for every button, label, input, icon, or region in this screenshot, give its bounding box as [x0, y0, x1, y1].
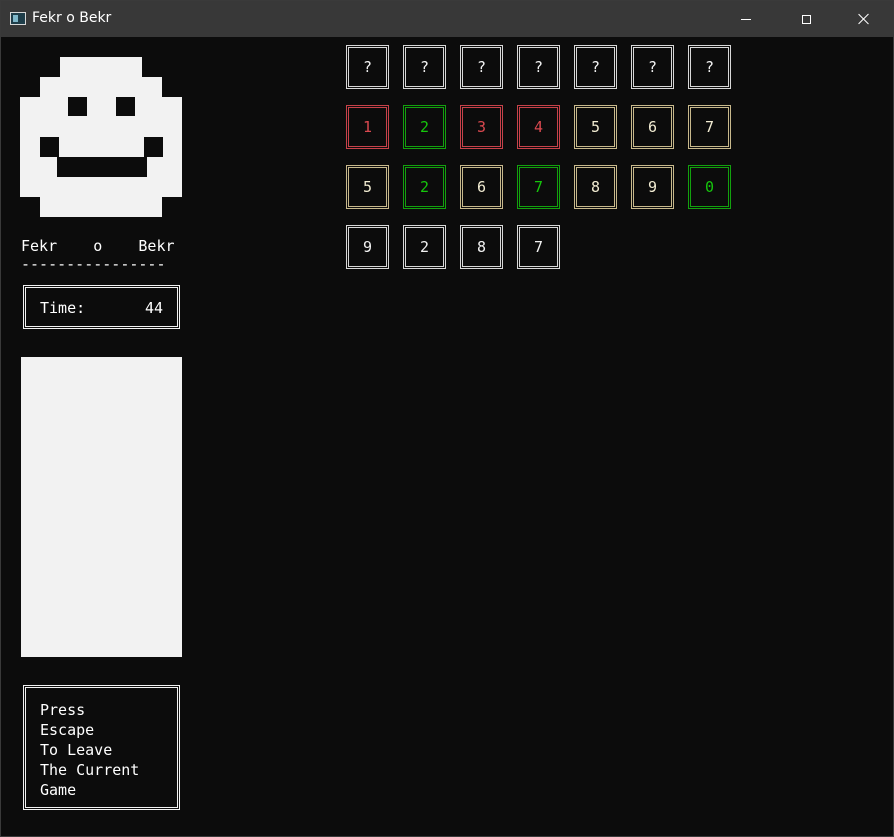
guess-digit-cell: 6 [631, 105, 674, 149]
secret-digit-cell: ? [346, 45, 389, 89]
secret-digit-cell: ? [688, 45, 731, 89]
maximize-button[interactable] [783, 1, 829, 37]
guess-digit-cell: 7 [517, 165, 560, 209]
secret-digit-cell: ? [517, 45, 560, 89]
guess-digit-cell: 1 [346, 105, 389, 149]
secret-digit-cell: ? [574, 45, 617, 89]
timer-value: 44 [144, 299, 163, 317]
secret-digit-cell: ? [631, 45, 674, 89]
escape-hint-line: Escape [40, 721, 95, 739]
guess-digit-cell: 3 [460, 105, 503, 149]
guess-digit-cell: 9 [631, 165, 674, 209]
guess-digit-cell: 7 [517, 225, 560, 269]
console-window: Fekr o Bekr Fekr o Bekr ----------------… [0, 0, 894, 837]
progress-panel [21, 357, 182, 657]
window-title: Fekr o Bekr [32, 10, 112, 26]
timer-box: Time: 44 [23, 285, 180, 329]
minimize-icon [741, 18, 751, 20]
escape-hint-line: Game [40, 781, 77, 799]
smiley-face-icon [20, 57, 182, 217]
guess-digit-cell: 0 [688, 165, 731, 209]
escape-hint-text: Press Escape To Leave The Current Game [40, 700, 139, 800]
guess-digit-cell: 5 [346, 165, 389, 209]
secret-digit-cell: ? [460, 45, 503, 89]
guess-digit-cell: 6 [460, 165, 503, 209]
timer-label: Time: [40, 299, 86, 317]
guess-digit-cell: 5 [574, 105, 617, 149]
close-icon [858, 13, 870, 25]
escape-hint-line: To Leave [40, 741, 113, 759]
console-app-icon [10, 12, 26, 25]
title-separator: ---------------- [21, 255, 166, 273]
escape-hint-line: Press [40, 701, 86, 719]
guess-digit-cell: 8 [574, 165, 617, 209]
guess-digit-cell: 9 [346, 225, 389, 269]
guess-digit-cell: 8 [460, 225, 503, 269]
title-bar[interactable]: Fekr o Bekr [1, 1, 893, 37]
guess-digit-cell: 2 [403, 165, 446, 209]
guess-digit-cell: 7 [688, 105, 731, 149]
close-button[interactable] [841, 1, 887, 37]
guess-board: ??????? 1 2 3 4 5 6 7 5 2 6 7 8 9 0 9 2 8 7 [346, 45, 736, 275]
game-title: Fekr o Bekr [21, 237, 175, 255]
guess-digit-cell: 2 [403, 225, 446, 269]
guess-digit-cell: 4 [517, 105, 560, 149]
minimize-button[interactable] [723, 1, 769, 37]
secret-digit-cell: ? [403, 45, 446, 89]
guess-digit-cell: 2 [403, 105, 446, 149]
maximize-icon [801, 14, 811, 24]
escape-hint-line: The Current [40, 761, 140, 779]
escape-hint-box: Press Escape To Leave The Current Game [23, 685, 180, 810]
